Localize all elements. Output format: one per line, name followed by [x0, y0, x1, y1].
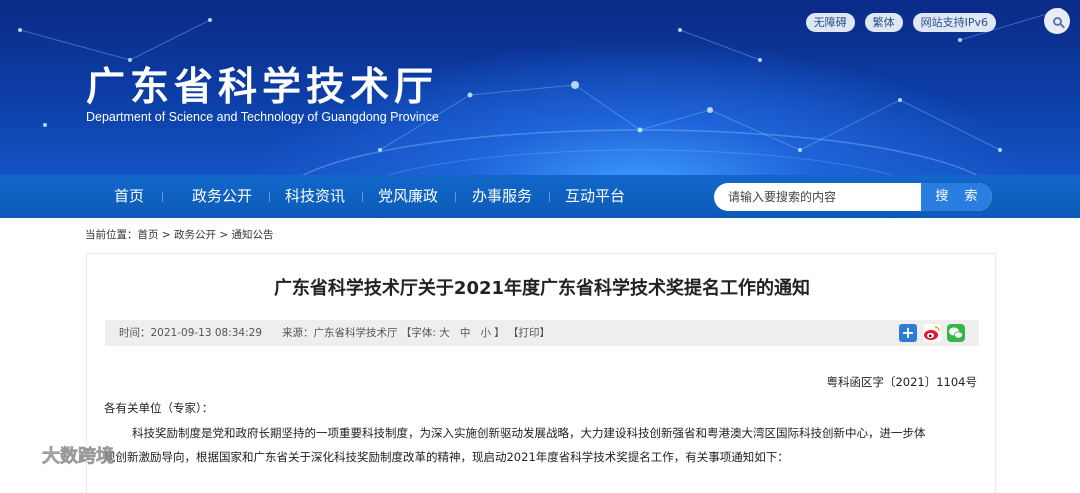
nav-divider	[162, 192, 163, 202]
watermark: 大数跨境	[8, 440, 168, 470]
wechat-icon[interactable]	[947, 324, 965, 342]
nav-item-services[interactable]: 办事服务	[472, 175, 532, 218]
share-bar: +	[899, 324, 965, 342]
article-meta-bar: 时间：2021-09-13 08:34:29 来源：广东省科学技术厅 【字体: …	[105, 320, 979, 346]
font-large-button[interactable]: 大	[439, 327, 450, 339]
nav-item-party-integrity[interactable]: 党风廉政	[378, 175, 438, 218]
body-paragraph-line: 科技奖励制度是党和政府长期坚持的一项重要科技制度，为深入实施创新驱动发展战略，大…	[132, 426, 926, 440]
nav-divider	[549, 192, 550, 202]
breadcrumb-government-affairs[interactable]: 政务公开	[174, 229, 216, 241]
breadcrumb-notices[interactable]: 通知公告	[231, 229, 273, 241]
nav-search-box: 搜 索	[714, 183, 992, 211]
article-panel: 广东省科学技术厅关于2021年度广东省科学技术奖提名工作的通知 时间：2021-…	[86, 253, 996, 493]
document-number: 粤科函区字〔2021〕1104号	[826, 375, 977, 389]
site-title: 广东省科学技术厅	[86, 65, 439, 110]
font-size-close: 】	[494, 327, 505, 339]
publish-time: 时间：2021-09-13 08:34:29	[119, 327, 263, 339]
nav-divider	[362, 192, 363, 202]
breadcrumb-separator: >	[215, 229, 232, 241]
breadcrumb-label: 当前位置：	[85, 229, 138, 241]
search-button[interactable]: 搜 索	[921, 183, 992, 211]
nav-item-government-affairs[interactable]: 政务公开	[192, 175, 252, 218]
traditional-chinese-link[interactable]: 繁体	[864, 13, 903, 32]
header-banner: 无障碍 繁体 网站支持IPv6 广东省科学技术厅 Department of S…	[0, 0, 1080, 175]
article-source: 来源：广东省科学技术厅	[282, 327, 398, 339]
nav-item-tech-news[interactable]: 科技资讯	[285, 175, 345, 218]
article-meta: 时间：2021-09-13 08:34:29 来源：广东省科学技术厅 【字体: …	[119, 320, 550, 346]
search-input[interactable]	[714, 183, 920, 211]
ipv6-link[interactable]: 网站支持IPv6	[912, 13, 996, 32]
article-title: 广东省科学技术厅关于2021年度广东省科学技术奖提名工作的通知	[273, 278, 811, 299]
search-icon[interactable]	[1044, 8, 1070, 34]
site-subtitle: Department of Science and Technology of …	[86, 110, 439, 124]
breadcrumb: 当前位置：首页 > 政务公开 > 通知公告	[85, 227, 273, 242]
breadcrumb-home[interactable]: 首页	[138, 229, 159, 241]
nav-divider	[455, 192, 456, 202]
font-size-label: 【字体:	[400, 327, 436, 339]
nav-divider	[269, 192, 270, 202]
salutation: 各有关单位（专家）：	[104, 401, 214, 415]
breadcrumb-separator: >	[158, 229, 174, 241]
add-share-icon[interactable]: +	[899, 324, 917, 342]
weibo-icon[interactable]	[923, 324, 941, 342]
font-medium-button[interactable]: 中	[460, 327, 471, 339]
body-paragraph-line: 现创新激励导向，根据国家和广东省关于深化科技奖励制度改革的精神，现启动2021年…	[104, 450, 789, 464]
accessibility-link[interactable]: 无障碍	[805, 13, 855, 32]
font-small-button[interactable]: 小	[480, 327, 491, 339]
watermark-logo: 大数跨境	[10, 443, 114, 467]
nav-item-interaction[interactable]: 互动平台	[565, 175, 625, 218]
top-links: 无障碍 繁体 网站支持IPv6	[805, 13, 996, 32]
nav-item-home[interactable]: 首页	[114, 175, 144, 218]
svg-text:大数跨境: 大数跨境	[42, 445, 114, 467]
print-button[interactable]: 【打印】	[508, 327, 550, 339]
